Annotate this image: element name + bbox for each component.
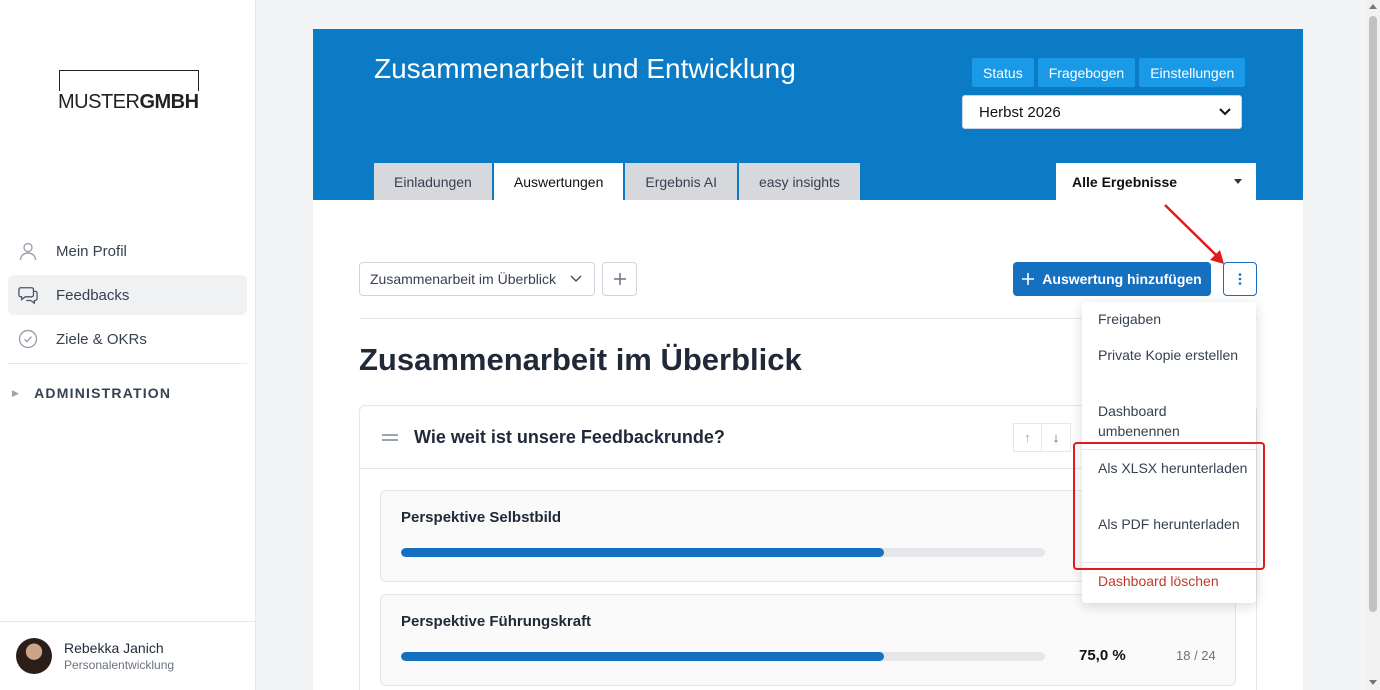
- nav-administration[interactable]: ▶ ADMINISTRATION: [12, 385, 171, 401]
- tab-easy-insights[interactable]: easy insights: [738, 163, 860, 200]
- nav-item-feedbacks[interactable]: Feedbacks: [8, 275, 247, 315]
- avatar: [16, 638, 52, 674]
- results-filter-dropdown[interactable]: Alle Ergebnisse: [1056, 163, 1256, 200]
- tab-result-ai[interactable]: Ergebnis AI: [625, 163, 737, 200]
- caret-down-icon: [1234, 179, 1242, 184]
- progress-bar: [401, 652, 1045, 661]
- questionnaire-button[interactable]: Fragebogen: [1037, 58, 1136, 87]
- kebab-menu-icon: [1238, 273, 1242, 285]
- tab-invitations[interactable]: Einladungen: [374, 163, 492, 200]
- menu-item-shares[interactable]: Freigaben: [1098, 309, 1248, 329]
- settings-button[interactable]: Einstellungen: [1139, 58, 1246, 87]
- move-up-button[interactable]: ↑: [1013, 423, 1042, 452]
- progress-bar: [401, 548, 1045, 557]
- results-filter-value: Alle Ergebnisse: [1072, 173, 1178, 190]
- status-button[interactable]: Status: [972, 58, 1034, 87]
- plus-icon: [613, 273, 626, 285]
- drag-handle-icon[interactable]: [382, 433, 398, 441]
- progress-bar-fill: [401, 652, 884, 661]
- scrollbar-thumb[interactable]: [1369, 16, 1377, 612]
- company-logo: MUSTERGMBH: [58, 70, 203, 114]
- stat-count: 18 / 24: [1176, 648, 1216, 663]
- nav-item-label: Mein Profil: [56, 242, 127, 260]
- user-name: Rebekka Janich: [64, 640, 164, 656]
- main-nav: Mein Profil Feedbacks Ziele & OKRs: [8, 231, 247, 363]
- chat-bubbles-icon: [18, 285, 38, 305]
- progress-bar-fill: [401, 548, 884, 557]
- sidebar: MUSTERGMBH Mein Profil Feedbacks Ziele &…: [0, 0, 256, 690]
- page-scrollbar[interactable]: [1366, 0, 1380, 690]
- stat-label: Perspektive Selbstbild: [401, 509, 562, 526]
- add-dashboard-button[interactable]: [602, 262, 637, 296]
- dashboard-select-value: Zusammenarbeit im Überblick: [370, 271, 556, 287]
- menu-item-rename-dashboard[interactable]: Dashboard umbenennen: [1098, 401, 1248, 441]
- user-role: Personalentwicklung: [64, 658, 175, 672]
- stat-row: Perspektive Führungskraft 75,0 % 18 / 24: [380, 594, 1236, 686]
- season-select[interactable]: Herbst 2026: [962, 95, 1242, 129]
- dashboard-select[interactable]: Zusammenarbeit im Überblick: [359, 262, 595, 296]
- tab-evaluations[interactable]: Auswertungen: [493, 163, 624, 200]
- tab-bar: Einladungen Auswertungen Ergebnis AI eas…: [374, 163, 860, 200]
- season-value: Herbst 2026: [979, 103, 1061, 121]
- add-evaluation-label: Auswertung hinzufügen: [1042, 271, 1202, 287]
- menu-item-private-copy[interactable]: Private Kopie erstellen: [1098, 345, 1248, 365]
- nav-item-label: Feedbacks: [56, 286, 130, 304]
- user-icon: [18, 241, 38, 261]
- arrow-down-icon: ↓: [1052, 430, 1060, 445]
- nav-item-profile[interactable]: Mein Profil: [8, 231, 247, 271]
- nav-item-label: Ziele & OKRs: [56, 330, 147, 348]
- stat-label: Perspektive Führungskraft: [401, 613, 592, 630]
- nav-divider: [8, 363, 247, 364]
- user-profile[interactable]: Rebekka Janich Personalentwicklung: [0, 621, 256, 690]
- move-down-button[interactable]: ↓: [1042, 423, 1071, 452]
- annotation-arrow-icon: [1164, 204, 1224, 264]
- card-title: Wie weit ist unsere Feedbackrunde?: [414, 426, 725, 447]
- check-circle-icon: [18, 329, 38, 349]
- chevron-down-icon: [1219, 108, 1231, 116]
- admin-label: ADMINISTRATION: [34, 385, 172, 401]
- survey-header: Zusammenarbeit und Entwicklung Status Fr…: [313, 29, 1303, 200]
- plus-icon: [1022, 273, 1035, 285]
- nav-item-goals[interactable]: Ziele & OKRs: [8, 319, 247, 359]
- caret-right-icon: ▶: [12, 387, 21, 398]
- page-title: Zusammenarbeit im Überblick: [359, 342, 802, 377]
- page-header-title: Zusammenarbeit und Entwicklung: [374, 53, 796, 84]
- highlight-box: [1073, 442, 1265, 570]
- arrow-up-icon: ↑: [1024, 430, 1031, 445]
- chevron-down-icon: [570, 275, 582, 283]
- stat-percent: 75,0 %: [1079, 647, 1126, 664]
- menu-item-delete-dashboard[interactable]: Dashboard löschen: [1098, 571, 1248, 591]
- scroll-up-icon[interactable]: [1369, 4, 1377, 9]
- scroll-down-icon[interactable]: [1369, 680, 1377, 685]
